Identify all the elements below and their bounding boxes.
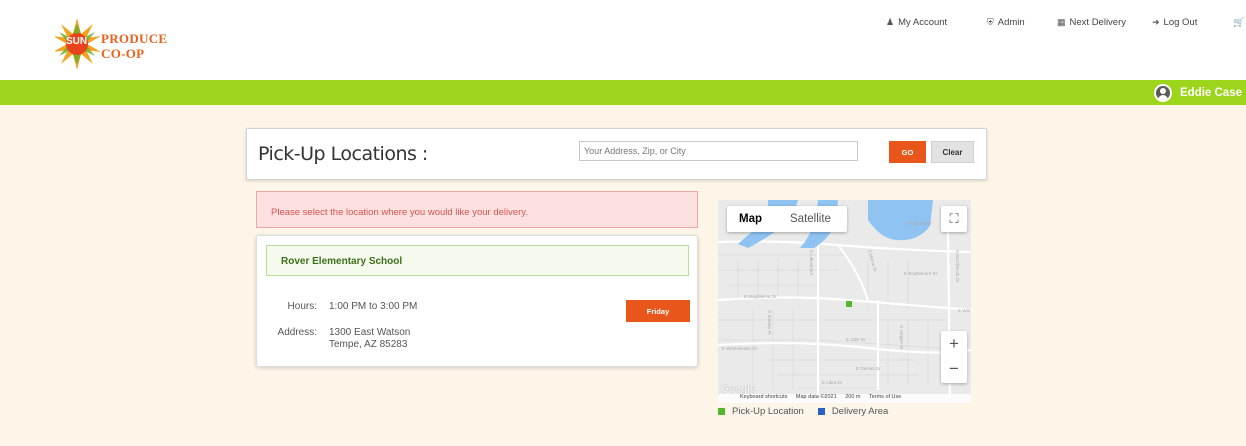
user-menu[interactable]: Eddie Case (1154, 84, 1242, 102)
user-name: Eddie Case (1180, 87, 1242, 99)
terms-link[interactable]: Terms of Use (869, 394, 901, 400)
map-type-satellite[interactable]: Satellite (774, 206, 847, 232)
delivery-day-button[interactable]: Friday (626, 300, 690, 322)
nav-log-out[interactable]: ➜ Log Out (1152, 15, 1197, 29)
address-line1: 1300 East Watson (329, 327, 411, 338)
logo-line2: CO-OP (101, 46, 145, 61)
street-label: E Wat (958, 308, 971, 313)
street-label: S McClintock Dr (955, 250, 960, 283)
street-label: E Edgewater (906, 221, 932, 226)
logout-icon: ➜ (1152, 16, 1160, 27)
nav-label: Next Delivery (1069, 16, 1127, 28)
search-panel: Pick-Up Locations : GO Clear (246, 128, 987, 180)
header: SUN PRODUCE CO-OP ♟ My Account ⛨ Admin ▦… (0, 0, 1246, 80)
nav-label: Admin (997, 16, 1025, 28)
zoom-control: + − (941, 331, 967, 383)
address-search-input[interactable] (579, 141, 858, 161)
keyboard-shortcuts-link[interactable]: Keyboard shortcuts (740, 394, 787, 400)
logo[interactable]: SUN PRODUCE CO-OP (55, 14, 195, 74)
logo-line1: PRODUCE (101, 31, 168, 46)
street-label: S Lakeshore (809, 250, 814, 276)
street-label: S Juniper St (899, 325, 904, 350)
nav-label: Log Out (1163, 16, 1198, 28)
clear-button[interactable]: Clear (931, 141, 974, 163)
nav-admin[interactable]: ⛨ Admin (987, 15, 1025, 29)
cart-button[interactable]: 🛒 (1233, 15, 1244, 29)
fullscreen-icon[interactable]: ⛶ (941, 206, 967, 232)
nav-my-account[interactable]: ♟ My Account (886, 15, 947, 29)
user-icon: ♟ (886, 16, 895, 27)
street-label: E Southshore Dr (904, 271, 938, 276)
delivery-legend-swatch (817, 408, 825, 415)
cart-icon: 🛒 (1233, 16, 1245, 27)
user-bar (0, 80, 1246, 105)
street-label: S Stanley Pl (767, 310, 772, 335)
legend-label: Pick-Up Location (732, 406, 804, 417)
location-card[interactable]: Rover Elementary School Hours: 1:00 PM t… (256, 235, 698, 367)
go-button[interactable]: GO (889, 141, 926, 163)
legend-label: Delivery Area (831, 406, 889, 417)
street-label: E Julie Dr (846, 337, 866, 342)
map-type-control: Map Satellite (727, 206, 847, 232)
map-scale[interactable]: 200 m (845, 394, 860, 400)
map-type-map[interactable]: Map (727, 206, 774, 232)
shield-icon: ⛨ (987, 16, 994, 27)
calendar-icon: ▦ (1057, 16, 1066, 27)
street-label: E Libra Dr (822, 380, 843, 385)
address-line2: Tempe, AZ 85283 (329, 339, 408, 350)
pickup-legend-swatch (718, 408, 725, 415)
avatar-icon (1154, 84, 1172, 102)
street-label: E Magdalena Dr (744, 294, 777, 299)
logo-sun-text: SUN (66, 36, 88, 47)
nav-label: My Account (898, 16, 948, 28)
page-title: Pick-Up Locations : (258, 143, 428, 165)
map-view[interactable]: E Edgewater S McClintock Dr E Southshore… (718, 200, 971, 403)
map-legend: Pick-Up Location Delivery Area (718, 406, 888, 417)
street-label: E Westchester Dr (722, 346, 758, 351)
selection-alert: Please select the location where you wou… (256, 191, 698, 228)
hours-value: 1:00 PM to 3:00 PM (329, 301, 418, 312)
hours-label: Hours: (287, 301, 317, 312)
location-name[interactable]: Rover Elementary School (266, 245, 689, 276)
map-attribution: Keyboard shortcuts Map data ©2021 200 m … (718, 394, 971, 403)
street-label: E Gemini Dr (856, 366, 881, 371)
zoom-out-button[interactable]: − (941, 357, 967, 383)
nav-next-delivery[interactable]: ▦ Next Delivery (1057, 15, 1126, 29)
address-label: Address: (277, 327, 317, 338)
map-data-text: Map data ©2021 (795, 394, 837, 400)
pickup-location-marker[interactable] (846, 301, 852, 307)
zoom-in-button[interactable]: + (941, 331, 967, 357)
